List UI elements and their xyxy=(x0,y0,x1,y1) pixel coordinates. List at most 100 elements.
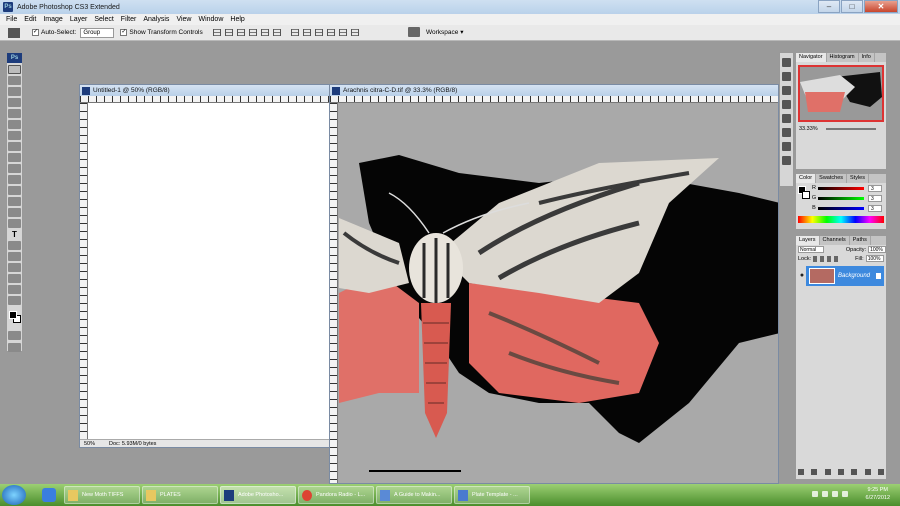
line-tool-icon[interactable] xyxy=(8,252,21,261)
tab-histogram[interactable]: Histogram xyxy=(827,53,859,62)
navigator-zoom-slider[interactable] xyxy=(825,128,876,130)
eyedropper-tool-icon[interactable] xyxy=(8,274,21,283)
distribute-top-icon[interactable] xyxy=(290,29,299,36)
workspace-menu[interactable]: Workspace ▾ xyxy=(426,28,463,36)
align-left-icon[interactable] xyxy=(248,29,257,36)
internet-explorer-icon[interactable] xyxy=(42,488,56,502)
navigator-zoom-value[interactable]: 33.33% xyxy=(799,126,818,132)
lasso-tool-icon[interactable] xyxy=(8,87,21,96)
layer-mask-icon[interactable] xyxy=(824,469,831,475)
brushes-panel-icon[interactable] xyxy=(782,100,791,109)
opacity-field[interactable]: 100% xyxy=(868,246,886,253)
align-top-icon[interactable] xyxy=(212,29,221,36)
align-bottom-icon[interactable] xyxy=(236,29,245,36)
layer-style-icon[interactable] xyxy=(811,469,818,475)
screen-mode-icon[interactable] xyxy=(8,343,21,352)
menu-edit[interactable]: Edit xyxy=(24,16,36,23)
green-value[interactable]: 3 xyxy=(868,194,882,202)
move-tool-preset-icon[interactable] xyxy=(8,27,20,38)
fill-field[interactable]: 100% xyxy=(865,255,884,262)
move-tool-icon[interactable] xyxy=(8,65,21,74)
notes-tool-icon[interactable] xyxy=(8,263,21,272)
layer-comps-icon[interactable] xyxy=(782,156,791,165)
tray-volume-icon[interactable] xyxy=(842,491,848,497)
moth-document-titlebar[interactable]: Arachnis citra-C-D.tif @ 33.3% (RGB/8) xyxy=(330,85,778,96)
tab-color[interactable]: Color xyxy=(796,174,817,183)
menu-view[interactable]: View xyxy=(176,16,191,23)
tray-network-icon[interactable] xyxy=(832,491,838,497)
red-value[interactable]: 3 xyxy=(868,184,882,192)
minimize-button[interactable]: – xyxy=(818,0,840,13)
new-layer-icon[interactable] xyxy=(864,469,871,475)
moth-image[interactable] xyxy=(339,103,779,484)
gradient-tool-icon[interactable] xyxy=(8,186,21,195)
distribute-vcenter-icon[interactable] xyxy=(302,29,311,36)
align-hcenter-icon[interactable] xyxy=(260,29,269,36)
tab-styles[interactable]: Styles xyxy=(847,174,869,183)
hand-tool-icon[interactable] xyxy=(8,285,21,294)
new-group-icon[interactable] xyxy=(851,469,858,475)
marquee-tool-icon[interactable] xyxy=(8,76,21,85)
healing-brush-icon[interactable] xyxy=(8,131,21,140)
color-panel-bg-swatch[interactable] xyxy=(802,191,810,199)
start-button[interactable] xyxy=(2,485,26,505)
eraser-tool-icon[interactable] xyxy=(8,175,21,184)
layer-visibility-eye-icon[interactable]: ● xyxy=(798,266,806,286)
dodge-tool-icon[interactable] xyxy=(8,208,21,217)
tab-channels[interactable]: Channels xyxy=(820,236,850,245)
navigator-thumbnail[interactable] xyxy=(798,65,884,122)
link-layers-icon[interactable] xyxy=(798,469,804,475)
zoom-level[interactable]: 50% xyxy=(84,441,95,447)
menu-window[interactable]: Window xyxy=(198,16,223,23)
vertical-ruler[interactable] xyxy=(330,103,338,483)
delete-layer-icon[interactable] xyxy=(877,469,884,475)
green-slider[interactable] xyxy=(818,196,864,200)
tab-paths[interactable]: Paths xyxy=(850,236,871,245)
distribute-right-icon[interactable] xyxy=(350,29,359,36)
horizontal-ruler[interactable] xyxy=(330,96,778,103)
menu-layer[interactable]: Layer xyxy=(70,16,88,23)
clone-stamp-icon[interactable] xyxy=(8,153,21,162)
blue-slider[interactable] xyxy=(818,206,864,210)
blue-value[interactable]: 3 xyxy=(868,204,882,212)
history-panel-icon[interactable] xyxy=(782,58,791,67)
pen-tool-icon[interactable] xyxy=(8,219,21,228)
auto-select-checkbox[interactable]: ✓ xyxy=(32,29,39,36)
character-panel-icon[interactable] xyxy=(782,128,791,137)
vertical-ruler[interactable] xyxy=(80,103,88,439)
path-selection-icon[interactable] xyxy=(8,241,21,250)
tray-arrow-icon[interactable] xyxy=(812,491,818,497)
taskbar-new-moth-tiffs[interactable]: New Moth TIFFS xyxy=(64,486,140,504)
foreground-color-swatch[interactable] xyxy=(9,311,17,319)
adjustment-layer-icon[interactable] xyxy=(837,469,844,475)
tool-presets-icon[interactable] xyxy=(782,86,791,95)
color-spectrum[interactable] xyxy=(798,216,884,223)
tab-navigator[interactable]: Navigator xyxy=(796,53,827,62)
bridge-icon[interactable] xyxy=(408,27,420,37)
history-brush-icon[interactable] xyxy=(8,164,21,173)
type-tool-icon[interactable]: T xyxy=(8,230,21,239)
auto-select-dropdown[interactable]: Group xyxy=(80,27,115,38)
paragraph-panel-icon[interactable] xyxy=(782,142,791,151)
menu-help[interactable]: Help xyxy=(230,16,244,23)
distribute-hcenter-icon[interactable] xyxy=(338,29,347,36)
tray-flag-icon[interactable] xyxy=(822,491,828,497)
close-button[interactable]: ✕ xyxy=(864,0,898,13)
distribute-bottom-icon[interactable] xyxy=(314,29,323,36)
crop-tool-icon[interactable] xyxy=(8,109,21,118)
taskbar-photoshop[interactable]: Adobe Photosho... xyxy=(220,486,296,504)
tab-layers[interactable]: Layers xyxy=(796,236,820,245)
show-transform-checkbox[interactable]: ✓ xyxy=(120,29,128,36)
layer-name[interactable]: Background xyxy=(838,273,870,279)
untitled-document-window[interactable]: Untitled-1 @ 50% (RGB/8) 50% Doc: 5.93M/… xyxy=(79,84,331,448)
zoom-tool-icon[interactable] xyxy=(8,296,21,305)
tab-info[interactable]: Info xyxy=(859,53,875,62)
blur-tool-icon[interactable] xyxy=(8,197,21,206)
taskbar-plate-template[interactable]: Plate Template - ... xyxy=(454,486,530,504)
moth-document-window[interactable]: Arachnis citra-C-D.tif @ 33.3% (RGB/8) xyxy=(329,84,779,484)
horizontal-ruler[interactable] xyxy=(80,96,330,103)
tab-swatches[interactable]: Swatches xyxy=(816,174,848,183)
untitled-canvas[interactable] xyxy=(89,103,330,439)
magic-wand-tool-icon[interactable] xyxy=(8,98,21,107)
maximize-button[interactable]: □ xyxy=(841,0,863,13)
